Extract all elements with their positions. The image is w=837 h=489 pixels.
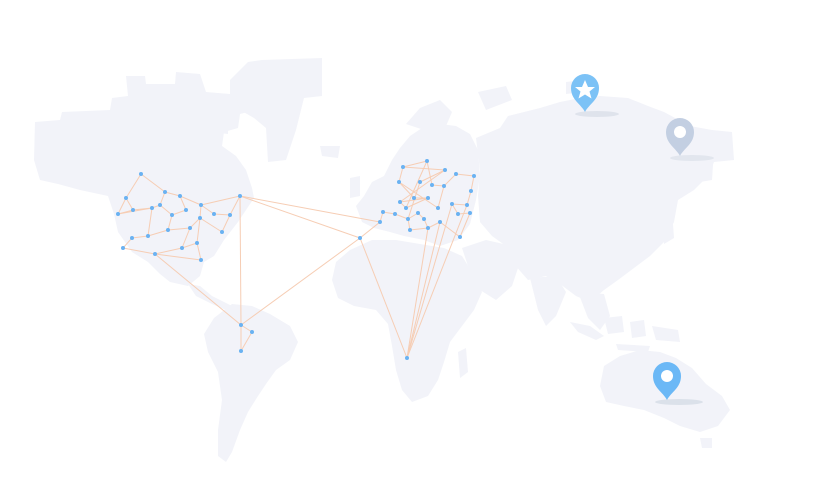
network-node [416,211,420,215]
network-node [436,206,440,210]
network-node [239,323,243,327]
network-node [178,194,182,198]
network-node [195,241,199,245]
central-america-landmass [188,284,232,310]
network-node [116,212,120,216]
network-node [358,236,362,240]
network-node [199,203,203,207]
network-node [406,217,410,221]
network-node [401,165,405,169]
south-america-landmass [204,304,298,462]
network-node [228,213,232,217]
network-node [139,172,143,176]
europe-landmass [356,124,480,246]
kamchatka [700,150,714,182]
island [652,326,680,342]
network-node [458,235,462,239]
world-map-canvas [34,58,734,462]
island [604,316,624,334]
network-node [412,196,416,200]
network-node [158,203,162,207]
connection-line [239,195,361,239]
africa-landmass [332,240,482,402]
network-node [425,159,429,163]
iceland [320,146,340,158]
tasmania [700,438,712,448]
arctic-island [478,86,512,110]
network-node [180,246,184,250]
network-node [238,194,242,198]
network-node [250,330,254,334]
network-node [124,196,128,200]
network-node [131,208,135,212]
network-node [121,246,125,250]
network-node [468,211,472,215]
network-node [430,183,434,187]
madagascar [458,348,468,378]
network-node [153,252,157,256]
network-node [146,234,150,238]
arctic-island [208,118,228,134]
network-node [443,168,447,172]
network-node [418,180,422,184]
network-node [163,190,167,194]
network-node [454,172,458,176]
world-map [0,0,837,489]
network-node [438,220,442,224]
network-node [456,212,460,216]
southeast-asia-landmass [578,292,610,330]
network-node [469,189,473,193]
network-node [393,212,397,216]
british-isles [350,176,360,198]
island [630,320,646,338]
network-node [426,226,430,230]
network-node [404,206,408,210]
network-node [378,220,382,224]
arctic-island [150,90,172,104]
network-node [198,216,202,220]
india-landmass [530,276,566,326]
network-node [170,213,174,217]
network-node [398,200,402,204]
network-node [450,202,454,206]
landmass-layer [34,58,734,462]
network-node [239,349,243,353]
network-node [199,258,203,262]
network-node [220,230,224,234]
network-node [397,180,401,184]
network-node [442,184,446,188]
network-node [465,203,469,207]
network-node [212,212,216,216]
network-node [188,226,192,230]
network-node [422,217,426,221]
network-node [184,208,188,212]
network-node [426,196,430,200]
network-node [381,210,385,214]
network-node [405,356,409,360]
network-node [130,236,134,240]
network-node [472,174,476,178]
network-node [408,228,412,232]
network-node [166,228,170,232]
network-node [150,206,154,210]
